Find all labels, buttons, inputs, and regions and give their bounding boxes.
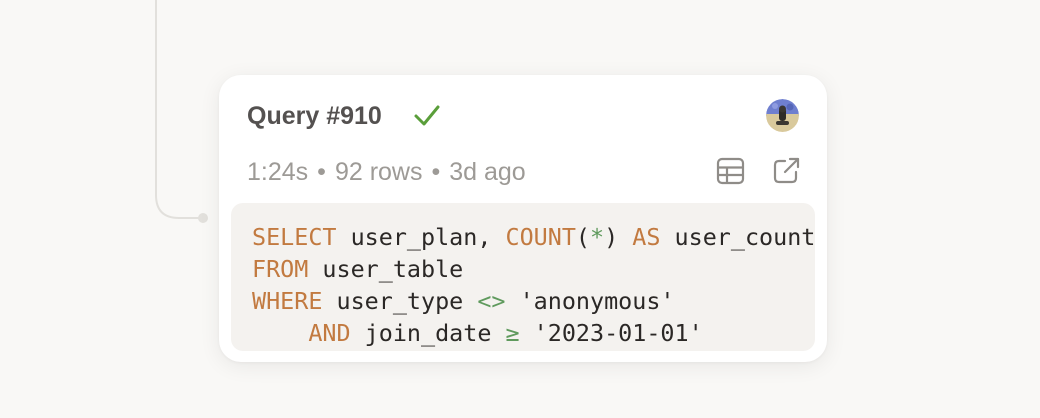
query-title: Query #910 [247,102,382,130]
keyword: AND [308,319,351,347]
code-text: user_type [322,287,478,315]
timestamp: 3d ago [449,158,526,186]
code-text: user_count [660,223,815,251]
keyword: WHERE [252,287,323,315]
operator: <> [477,287,506,315]
operator: * [590,223,605,251]
code-line-1: SELECT user_plan, COUNT(*) AS user_count [252,223,815,251]
code-text: user_plan, [336,223,506,251]
table-icon[interactable] [716,157,745,185]
code-text: join_date [350,319,506,347]
avatar[interactable] [766,99,799,132]
keyword: COUNT [505,223,576,251]
code-text: '2023-01-01' [519,319,703,347]
query-meta: 1:24s • 92 rows • 3d ago [247,157,526,187]
external-link-icon[interactable] [772,156,801,185]
separator: • [317,158,326,186]
query-card[interactable]: Query #910 1:24s • 92 rows • 3d ago SELE… [219,75,827,362]
keyword: FROM [252,255,309,283]
sql-code-block[interactable]: SELECT user_plan, COUNT(*) AS user_count… [231,203,815,351]
code-line-2: FROM user_table [252,255,463,283]
code-text: 'anonymous' [505,287,675,315]
code-text: ( [575,223,591,251]
duration: 1:24s [247,158,309,186]
sql-code: SELECT user_plan, COUNT(*) AS user_count… [252,221,815,349]
code-line-4: AND join_date ≥ '2023-01-01' [252,319,703,347]
code-text: ) [604,223,619,251]
code-text: user_table [308,255,464,283]
operator: ≥ [505,319,520,347]
keyword: SELECT [252,223,337,251]
keyword: AS [632,223,661,251]
check-icon [414,105,440,126]
separator: • [431,158,441,186]
row-count: 92 rows [334,158,423,186]
code-line-3: WHERE user_type <> 'anonymous' [252,287,675,315]
